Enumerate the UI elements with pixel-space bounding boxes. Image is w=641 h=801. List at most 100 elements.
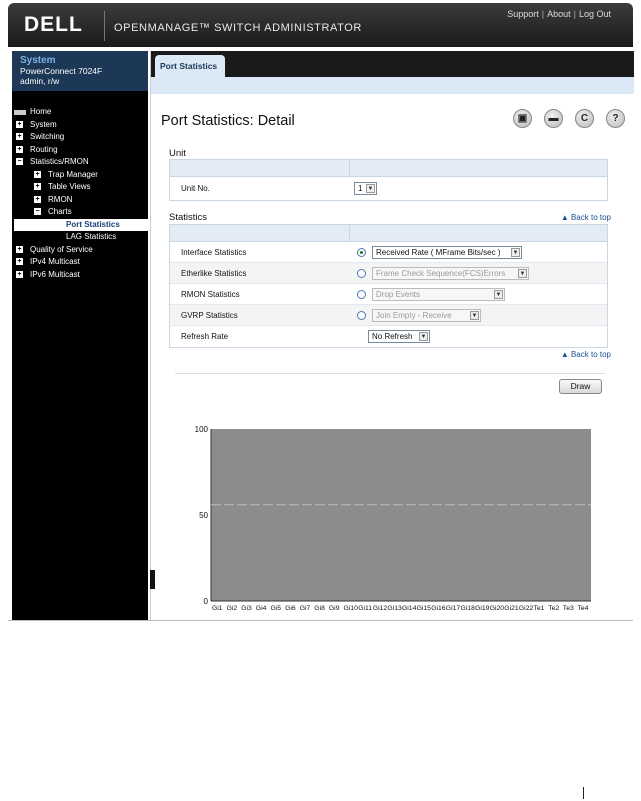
- port-statistics-chart: 050100Gi1 Gi2 Gi3 Gi4 Gi5 Gi6 Gi7 Gi8 Gi9 Gi10 Gi1…: [195, 425, 591, 611]
- expand-icon[interactable]: +: [16, 145, 23, 153]
- print-icon[interactable]: ▬: [544, 109, 563, 128]
- nav-rmon[interactable]: + RMON: [14, 194, 148, 207]
- support-link[interactable]: Support: [507, 9, 539, 19]
- chart-x-tick-label: Gi12: [373, 605, 388, 611]
- header-bar: DELL OPENMANAGE™ SWITCH ADMINISTRATOR Su…: [8, 3, 633, 47]
- nav-switching[interactable]: + Switching: [14, 131, 148, 144]
- nav-ipv6-multicast[interactable]: + IPv6 Multicast: [14, 269, 148, 282]
- nav-charts[interactable]: − Charts: [14, 206, 148, 219]
- nav-quality-of-service[interactable]: + Quality of Service: [14, 244, 148, 257]
- nav-port-statistics[interactable]: Port Statistics: [14, 218, 148, 231]
- gvrp-statistics-select[interactable]: Join Empty - Receive ▼: [372, 309, 481, 322]
- refresh-icon[interactable]: C: [575, 109, 594, 128]
- rmon-statistics-select[interactable]: Drop Events ▼: [372, 288, 505, 301]
- gvrp-statistics-row: GVRP Statistics Join Empty - Receive ▼: [170, 305, 607, 326]
- etherlike-statistics-radio[interactable]: [357, 269, 366, 278]
- nav-table-views[interactable]: + Table Views: [14, 181, 148, 194]
- chart-y-tick-label: 100: [195, 425, 209, 434]
- rmon-statistics-radio[interactable]: [357, 290, 366, 299]
- system-info: System PowerConnect 7024F admin, r/w: [12, 51, 148, 91]
- expand-icon[interactable]: +: [16, 133, 23, 140]
- interface-statistics-row: Interface Statistics Received Rate ( MFr…: [170, 242, 607, 263]
- chart-x-tick-label: Gi10: [344, 605, 359, 611]
- expand-icon[interactable]: +: [34, 183, 41, 190]
- chart-x-tick-label: Gi14: [402, 605, 417, 611]
- back-to-top-link-2[interactable]: ▲ Back to top: [561, 350, 611, 359]
- chart-x-tick-label: Gi4: [256, 605, 267, 611]
- collapse-icon[interactable]: −: [16, 158, 23, 165]
- nav-statistics-rmon[interactable]: − Statistics/RMON: [14, 156, 148, 169]
- toolbar-icons: ▣ ▬ C ?: [513, 109, 625, 128]
- bottom-rule: [8, 620, 633, 621]
- chart-x-tick-label: Gi3: [241, 605, 252, 611]
- chart-x-tick-label: Te2: [548, 605, 559, 611]
- save-icon[interactable]: ▣: [513, 109, 532, 128]
- tab-strip: [151, 77, 634, 94]
- chart-y-tick-label: 50: [199, 511, 208, 520]
- expand-icon[interactable]: +: [34, 170, 41, 178]
- gvrp-statistics-radio[interactable]: [357, 311, 366, 320]
- chart-x-tick-label: Gi9: [329, 605, 340, 611]
- chart-x-tick-label: Te4: [577, 605, 588, 611]
- unit-section-title: Unit: [169, 148, 186, 159]
- unit-label: Unit No.: [181, 184, 210, 193]
- nav-routing[interactable]: + Routing: [14, 144, 148, 157]
- refresh-rate-row: Refresh Rate No Refresh ▼: [170, 326, 607, 347]
- chart-x-tick-label: Te1: [534, 605, 545, 611]
- nav-trap-manager[interactable]: + Trap Manager: [14, 169, 148, 182]
- system-model: PowerConnect 7024F: [20, 66, 103, 76]
- refresh-rate-select[interactable]: No Refresh ▼: [368, 330, 430, 343]
- chart-x-tick-label: Gi7: [300, 605, 311, 611]
- nav-lag-statistics[interactable]: LAG Statistics: [14, 231, 148, 244]
- unit-table-header: [170, 160, 607, 177]
- interface-statistics-radio[interactable]: [357, 248, 366, 257]
- chevron-down-icon: ▼: [366, 184, 375, 193]
- expand-icon[interactable]: +: [34, 195, 41, 203]
- page-title: Port Statistics: Detail: [161, 113, 295, 129]
- unit-select[interactable]: 1 ▼: [354, 182, 377, 195]
- chart-x-tick-label: Gi19: [475, 605, 490, 611]
- header-separator: [104, 11, 105, 41]
- chart-x-tick-label: Gi17: [446, 605, 461, 611]
- top-links: Support | About | Log Out: [507, 9, 611, 19]
- chart-x-tick-label: Gi5: [271, 605, 282, 611]
- nav-home[interactable]: Home: [14, 106, 148, 119]
- expand-icon[interactable]: +: [16, 120, 23, 128]
- chart-y-tick-label: 0: [204, 597, 209, 606]
- expand-icon[interactable]: +: [16, 270, 23, 278]
- nav-ipv4-multicast[interactable]: + IPv4 Multicast: [14, 256, 148, 269]
- chart-x-tick-label: Gi18: [461, 605, 476, 611]
- tab-port-statistics[interactable]: Port Statistics: [155, 55, 225, 77]
- system-title[interactable]: System: [20, 55, 140, 66]
- unit-row: Unit No. 1 ▼: [170, 177, 607, 200]
- tab-bar: Port Statistics: [151, 51, 634, 77]
- chevron-down-icon: ▼: [419, 332, 428, 341]
- back-to-top-link[interactable]: ▲ Back to top: [561, 213, 611, 222]
- footer-line: [583, 787, 584, 799]
- chart-x-tick-label: Gi11: [358, 605, 372, 611]
- chevron-down-icon: ▼: [518, 269, 527, 278]
- chevron-down-icon: ▼: [494, 290, 503, 299]
- collapse-icon[interactable]: −: [34, 208, 41, 215]
- nav-system[interactable]: + System: [14, 119, 148, 132]
- app-frame: DELL OPENMANAGE™ SWITCH ADMINISTRATOR Su…: [8, 3, 634, 620]
- etherlike-statistics-row: Etherlike Statistics Frame Check Sequenc…: [170, 263, 607, 284]
- home-icon: [14, 110, 26, 115]
- expand-icon[interactable]: +: [16, 258, 23, 265]
- sidebar-scroll-handle[interactable]: [150, 570, 155, 589]
- chart-x-tick-label: Gi20: [490, 605, 505, 611]
- rmon-statistics-row: RMON Statistics Drop Events ▼: [170, 284, 607, 305]
- system-user: admin, r/w: [20, 76, 60, 86]
- divider: [175, 373, 605, 374]
- statistics-section-title: Statistics: [169, 212, 208, 223]
- interface-statistics-select[interactable]: Received Rate ( MFrame Bits/sec ) ▼: [372, 246, 522, 259]
- etherlike-statistics-select[interactable]: Frame Check Sequence(FCS)Errors ▼: [372, 267, 529, 280]
- draw-button[interactable]: Draw: [559, 379, 602, 394]
- help-icon[interactable]: ?: [606, 109, 625, 128]
- nav-tree: Home + System + Switching + Routing − Statis…: [14, 106, 148, 281]
- statistics-table: Interface Statistics Received Rate ( MFr…: [169, 224, 608, 348]
- logout-link[interactable]: Log Out: [579, 9, 611, 19]
- expand-icon[interactable]: +: [16, 245, 23, 253]
- about-link[interactable]: About: [547, 9, 571, 19]
- chart-x-tick-label: Gi8: [314, 605, 325, 611]
